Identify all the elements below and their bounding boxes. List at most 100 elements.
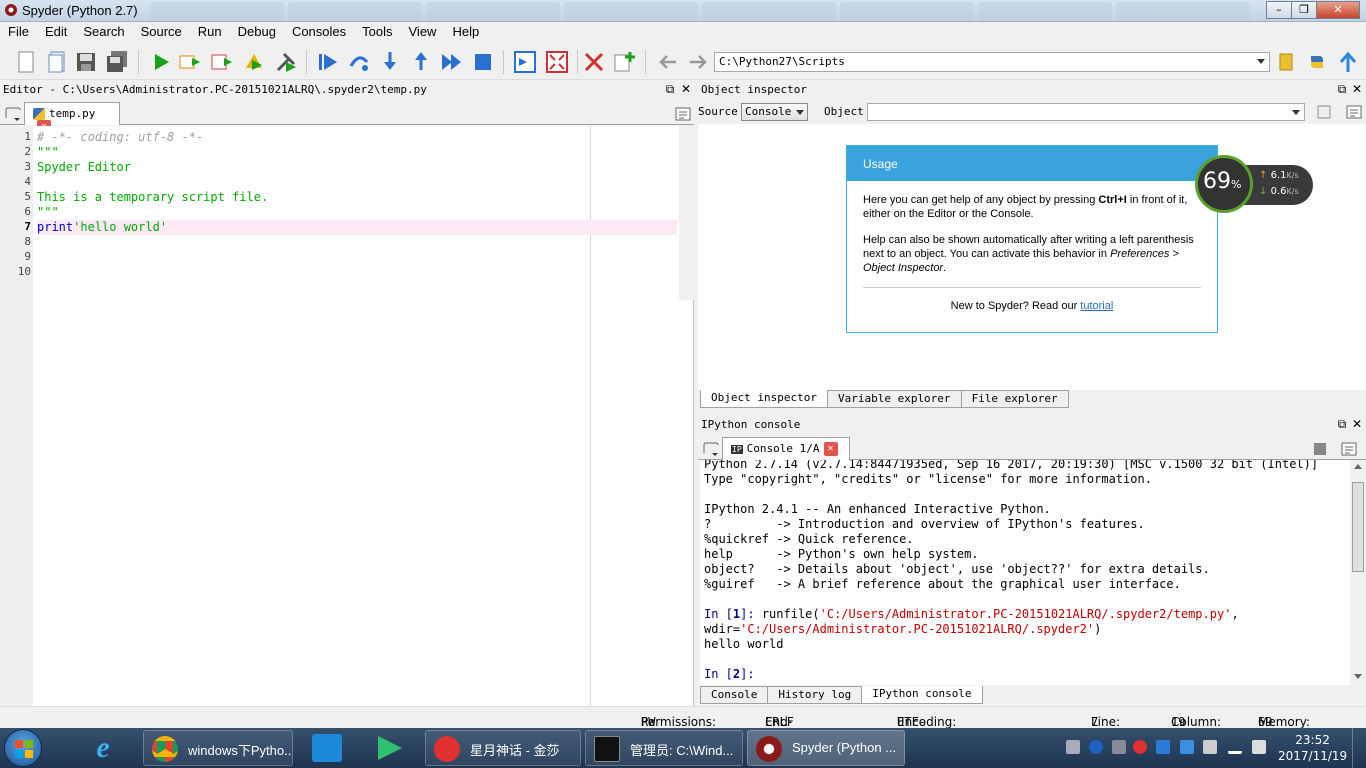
stop-debug-icon[interactable] — [471, 50, 495, 74]
help-tray-icon[interactable] — [1089, 740, 1103, 754]
menu-help[interactable]: Help — [444, 22, 487, 42]
show-desktop-button[interactable] — [1352, 728, 1366, 768]
preferences-icon[interactable] — [582, 50, 606, 74]
status-bar: Permissions: RW End-of-lines: CRLF Encod… — [0, 706, 1366, 757]
step-return-icon[interactable] — [409, 50, 433, 74]
undock-icon[interactable]: ⧉ — [1336, 418, 1348, 430]
console-scrollbar[interactable] — [1350, 460, 1366, 685]
chevron-down-icon[interactable] — [1257, 59, 1265, 64]
scrollbar-thumb[interactable] — [1352, 482, 1364, 572]
line-number: 6 — [24, 205, 31, 218]
menu-file[interactable]: File — [0, 22, 37, 42]
close-pane-icon[interactable]: ✕ — [1351, 83, 1363, 95]
step-icon[interactable] — [347, 50, 371, 74]
input-continuation: wdir='C:/Users/Administrator.PC-20151021… — [704, 622, 1102, 636]
scroll-up-icon[interactable] — [1354, 464, 1362, 469]
editor-scrollbar[interactable] — [679, 126, 694, 300]
security-tray-icon[interactable] — [1156, 740, 1170, 754]
input-prompt-1: In [1]: runfile('C:/Users/Administrator.… — [704, 607, 1239, 621]
music-tray-icon[interactable] — [1133, 740, 1147, 754]
tray-expand-icon[interactable] — [1112, 740, 1126, 754]
internet-explorer-icon[interactable]: e — [86, 733, 120, 763]
forward-arrow-icon[interactable] — [686, 50, 710, 74]
tab-object-inspector[interactable]: Object inspector — [700, 390, 828, 408]
lock-icon[interactable] — [1316, 104, 1332, 120]
continue-icon[interactable] — [440, 50, 464, 74]
step-into-icon[interactable] — [378, 50, 402, 74]
save-all-icon[interactable] — [105, 50, 129, 74]
media-player-icon[interactable] — [372, 734, 406, 762]
taskbar-item-cmd[interactable]: 管理员: C:\Wind... — [585, 730, 743, 766]
browse-tabs-icon[interactable] — [702, 441, 720, 457]
angular-tray-icon[interactable] — [1180, 740, 1194, 754]
debug-icon[interactable] — [316, 50, 340, 74]
taskbar-item-spyder[interactable]: Spyder (Python ... — [747, 730, 905, 766]
options-menu-icon[interactable] — [1341, 441, 1357, 457]
editor-tab-temp-py[interactable]: temp.py✕ — [24, 102, 120, 134]
code-editor[interactable]: 1 2 3 4 5 6 7 8 9 10 # -*- coding: utf-8… — [0, 126, 694, 706]
fullscreen-icon[interactable] — [545, 50, 569, 74]
app-grid-icon[interactable] — [312, 734, 342, 762]
close-pane-icon[interactable]: ✕ — [680, 83, 692, 95]
new-file-icon[interactable] — [14, 50, 38, 74]
maximize-pane-icon[interactable] — [513, 50, 537, 74]
code-line: This is a temporary script file. — [37, 190, 269, 204]
network-monitor-widget[interactable]: ↑ 6.1K/s ↓ 0.6K/s 69% — [1195, 155, 1313, 215]
menu-run[interactable]: Run — [190, 22, 230, 42]
run-cell-advance-icon[interactable] — [210, 50, 234, 74]
network-tray-icon[interactable] — [1228, 740, 1242, 754]
tutorial-link[interactable]: tutorial — [1080, 300, 1113, 312]
taskbar-clock[interactable]: 23:52 2017/11/19 — [1278, 732, 1347, 764]
open-file-icon[interactable] — [45, 50, 69, 74]
tab-variable-explorer[interactable]: Variable explorer — [826, 390, 962, 408]
options-menu-icon[interactable] — [675, 106, 691, 122]
undock-icon[interactable]: ⧉ — [664, 83, 676, 95]
back-arrow-icon[interactable] — [656, 50, 680, 74]
run-cell-icon[interactable] — [178, 50, 202, 74]
menu-view[interactable]: View — [401, 22, 445, 42]
volume-tray-icon[interactable] — [1252, 740, 1266, 754]
tab-file-explorer[interactable]: File explorer — [960, 390, 1069, 408]
object-input[interactable] — [867, 103, 1305, 121]
restore-button[interactable]: ❐ — [1291, 1, 1317, 19]
taskbar-item-chrome[interactable]: windows下Pytho... — [143, 730, 293, 766]
menu-tools[interactable]: Tools — [354, 22, 400, 42]
tab-history-log[interactable]: History log — [767, 686, 863, 704]
console-tab-1a[interactable]: IP Console 1/A ✕ — [722, 437, 850, 460]
chevron-down-icon[interactable] — [1292, 110, 1300, 115]
close-window-button[interactable]: ✕ — [1316, 1, 1360, 19]
object-inspector-toolbar: Source Console Object — [698, 101, 1366, 123]
start-button[interactable] — [4, 729, 42, 767]
save-icon[interactable] — [74, 50, 98, 74]
menu-edit[interactable]: Edit — [37, 22, 75, 42]
parent-directory-icon[interactable] — [1336, 50, 1360, 74]
browse-folder-icon[interactable] — [1274, 50, 1298, 74]
browse-tabs-icon[interactable] — [4, 106, 22, 122]
minimize-button[interactable]: – — [1266, 1, 1292, 19]
tab-console[interactable]: Console — [700, 686, 769, 704]
python-path-icon[interactable] — [1305, 50, 1329, 74]
undock-icon[interactable]: ⧉ — [1336, 83, 1348, 95]
menu-consoles[interactable]: Consoles — [284, 22, 354, 42]
console-line: IPython 2.4.1 -- An enhanced Interactive… — [704, 502, 1051, 516]
options-menu-icon[interactable] — [1346, 104, 1362, 120]
run-selection-icon[interactable] — [242, 50, 266, 74]
stop-kernel-icon[interactable] — [1314, 443, 1326, 455]
console-output[interactable]: Python 2.7.14 (v2.7.14:84471935ed, Sep 1… — [700, 460, 1350, 685]
run-config-icon[interactable] — [274, 50, 298, 74]
menu-search[interactable]: Search — [75, 22, 132, 42]
close-tab-icon[interactable]: ✕ — [823, 442, 838, 456]
menu-debug[interactable]: Debug — [230, 22, 284, 42]
line-number: 2 — [24, 145, 31, 158]
source-combo[interactable]: Console — [741, 103, 808, 121]
keyboard-tray-icon[interactable] — [1066, 740, 1080, 754]
working-directory-combo[interactable]: C:\Python27\Scripts — [714, 52, 1270, 72]
pythonpath-manager-icon[interactable] — [612, 50, 636, 74]
scroll-down-icon[interactable] — [1354, 674, 1362, 679]
close-pane-icon[interactable]: ✕ — [1351, 418, 1363, 430]
taskbar-item-music[interactable]: 星月神话 - 金莎 — [425, 730, 581, 766]
menu-source[interactable]: Source — [133, 22, 190, 42]
flag-tray-icon[interactable] — [1203, 740, 1217, 754]
run-icon[interactable] — [149, 50, 173, 74]
tab-ipython-console[interactable]: IPython console — [861, 686, 983, 704]
